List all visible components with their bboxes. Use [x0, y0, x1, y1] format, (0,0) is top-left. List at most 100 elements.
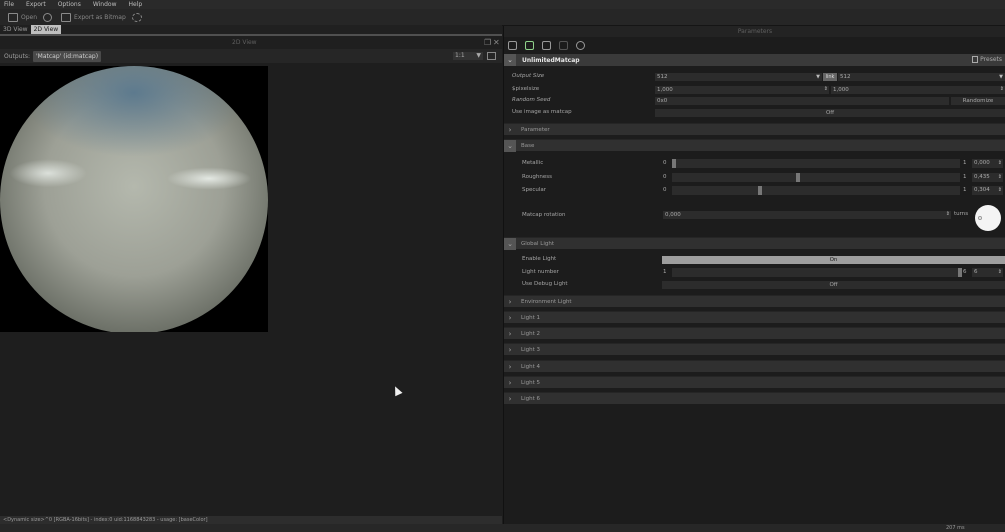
status-text: <Dynamic size>^0 [RGBA-16bits] - index:0… [0, 516, 502, 524]
chevron-down-icon: ▼ [476, 52, 481, 59]
settings-button[interactable] [131, 12, 145, 22]
use-image-toggle[interactable]: Off [655, 109, 1005, 117]
random-seed-row: Random Seed 0x0 Randomize [504, 96, 1005, 107]
output-size-height-value: 512 [840, 74, 851, 80]
output-selector[interactable]: 'Matcap' (id:matcap) [33, 50, 102, 62]
folder-icon [8, 12, 18, 22]
outputs-bar: Outputs: 'Matcap' (id:matcap) 1:1 ▼ [0, 49, 502, 63]
randomize-button[interactable]: Randomize [951, 97, 1005, 105]
section-global-light[interactable]: ⌄ Global Light [504, 237, 1005, 250]
light-number-slider-thumb[interactable] [958, 268, 962, 277]
rotation-dial[interactable] [975, 205, 1001, 231]
debug-light-label: Use Debug Light [522, 281, 568, 287]
output-settings-icon[interactable] [487, 52, 496, 60]
debug-light-toggle[interactable]: Off [662, 281, 1005, 289]
roughness-value-input[interactable]: 0,435 ⇕ [972, 173, 1003, 182]
chevron-right-icon: › [508, 378, 512, 387]
random-seed-label: Random Seed [512, 97, 551, 103]
spinner-icon[interactable]: ⇕ [946, 210, 950, 218]
light-number-slider[interactable] [672, 268, 962, 277]
rotation-unit: turns [954, 211, 969, 217]
tab-3d-view[interactable]: 3D View [0, 25, 31, 34]
render-time: 207 ms [946, 525, 965, 531]
pixelsize-y-input[interactable]: 1,000 ⇕ [831, 86, 1005, 94]
light-number-input[interactable]: 6 ⇕ [972, 268, 1003, 277]
close-icon[interactable]: ✕ [493, 38, 500, 47]
section-environment-light[interactable]: › Environment Light [504, 295, 1005, 307]
menu-file[interactable]: File [4, 1, 14, 8]
output-size-height[interactable]: 512 ▼ [838, 73, 1005, 81]
chevron-down-icon: ▼ [816, 74, 820, 80]
section-light-1[interactable]: › Light 1 [504, 311, 1005, 323]
outputs-label: Outputs: [4, 52, 30, 60]
chevron-down-icon[interactable]: ⌄ [504, 54, 516, 66]
pixelsize-x-input[interactable]: 1,000 ⇕ [655, 86, 829, 94]
viewport-2d[interactable] [0, 63, 502, 516]
specular-slider-thumb[interactable] [758, 186, 762, 195]
tab-2d-view[interactable]: 2D View [30, 25, 62, 34]
lock-icon[interactable] [508, 40, 517, 50]
roughness-slider-thumb[interactable] [796, 173, 800, 182]
metallic-value-input[interactable]: 0,000 ⇕ [972, 159, 1003, 168]
zoom-select[interactable]: 1:1 ▼ [453, 52, 483, 60]
menu-help[interactable]: Help [129, 1, 143, 8]
section-light-3[interactable]: › Light 3 [504, 343, 1005, 355]
node-header[interactable]: ⌄ UnlimitedMatcap Presets [504, 54, 1005, 66]
section-light-2[interactable]: › Light 2 [504, 327, 1005, 339]
section-light-5[interactable]: › Light 5 [504, 376, 1005, 388]
specular-slider[interactable] [672, 186, 960, 195]
section-light-6[interactable]: › Light 6 [504, 392, 1005, 404]
link-button[interactable]: link [823, 73, 837, 81]
mouse-cursor-icon [391, 384, 403, 397]
spinner-icon[interactable]: ⇕ [1000, 85, 1004, 93]
menu-export[interactable]: Export [26, 1, 46, 8]
reload-button[interactable] [43, 12, 55, 22]
specular-value-input[interactable]: 0,304 ⇕ [972, 186, 1003, 195]
enable-light-row: Enable Light On [504, 255, 1005, 266]
metallic-slider[interactable] [672, 159, 960, 168]
chevron-right-icon: › [508, 362, 512, 371]
section-light-6-label: Light 6 [521, 395, 540, 402]
specular-max: 1 [963, 187, 967, 193]
reload-icon [43, 12, 53, 22]
pin-icon[interactable] [559, 40, 568, 50]
enable-light-toggle[interactable]: On [662, 256, 1005, 264]
spinner-icon[interactable]: ⇕ [998, 173, 1002, 182]
toolbar: Open Export as Bitmap [0, 9, 1005, 26]
output-size-label: Output Size [512, 73, 545, 79]
matcap-rotation-input[interactable]: 0,000 ⇕ [663, 211, 951, 219]
open-label: Open [21, 13, 38, 21]
menu-options[interactable]: Options [58, 1, 81, 8]
view-tabs: 3D View 2D View [0, 25, 502, 34]
metallic-value: 0,000 [974, 160, 990, 166]
spinner-icon[interactable]: ⇕ [998, 159, 1002, 168]
metallic-min: 0 [663, 160, 667, 166]
pixelsize-row: $pixelsize 1,000 ⇕ 1,000 ⇕ [504, 85, 1005, 96]
spinner-icon[interactable]: ⇕ [998, 186, 1002, 195]
open-button[interactable]: Open [8, 12, 38, 22]
export-label: Export as Bitmap [74, 13, 126, 21]
random-seed-input[interactable]: 0x0 [655, 97, 949, 105]
chevron-right-icon: › [508, 297, 512, 306]
output-size-width[interactable]: 512 ▼ [655, 73, 822, 81]
presets-button[interactable]: Presets [972, 56, 1002, 63]
debug-light-row: Use Debug Light Off [504, 280, 1005, 291]
export-bitmap-button[interactable]: Export as Bitmap [61, 12, 126, 22]
metallic-slider-thumb[interactable] [672, 159, 676, 168]
spinner-icon[interactable]: ⇕ [824, 85, 828, 93]
roughness-min: 0 [663, 174, 667, 180]
spinner-icon[interactable]: ⇕ [998, 268, 1002, 277]
section-parameter[interactable]: › Parameter [504, 123, 1005, 135]
reset-icon[interactable] [576, 40, 585, 50]
float-icon[interactable]: ❐ [484, 38, 491, 47]
specular-label: Specular [522, 187, 547, 193]
android-icon[interactable] [525, 40, 534, 50]
section-light-4[interactable]: › Light 4 [504, 360, 1005, 372]
menu-window[interactable]: Window [93, 1, 117, 8]
section-base[interactable]: ⌄ Base [504, 139, 1005, 152]
light-number-min: 1 [663, 269, 667, 275]
funnel-icon[interactable] [542, 40, 551, 50]
roughness-slider[interactable] [672, 173, 960, 182]
metallic-row: Metallic 0 1 0,000 ⇕ [504, 158, 1005, 170]
section-base-label: Base [521, 142, 535, 149]
